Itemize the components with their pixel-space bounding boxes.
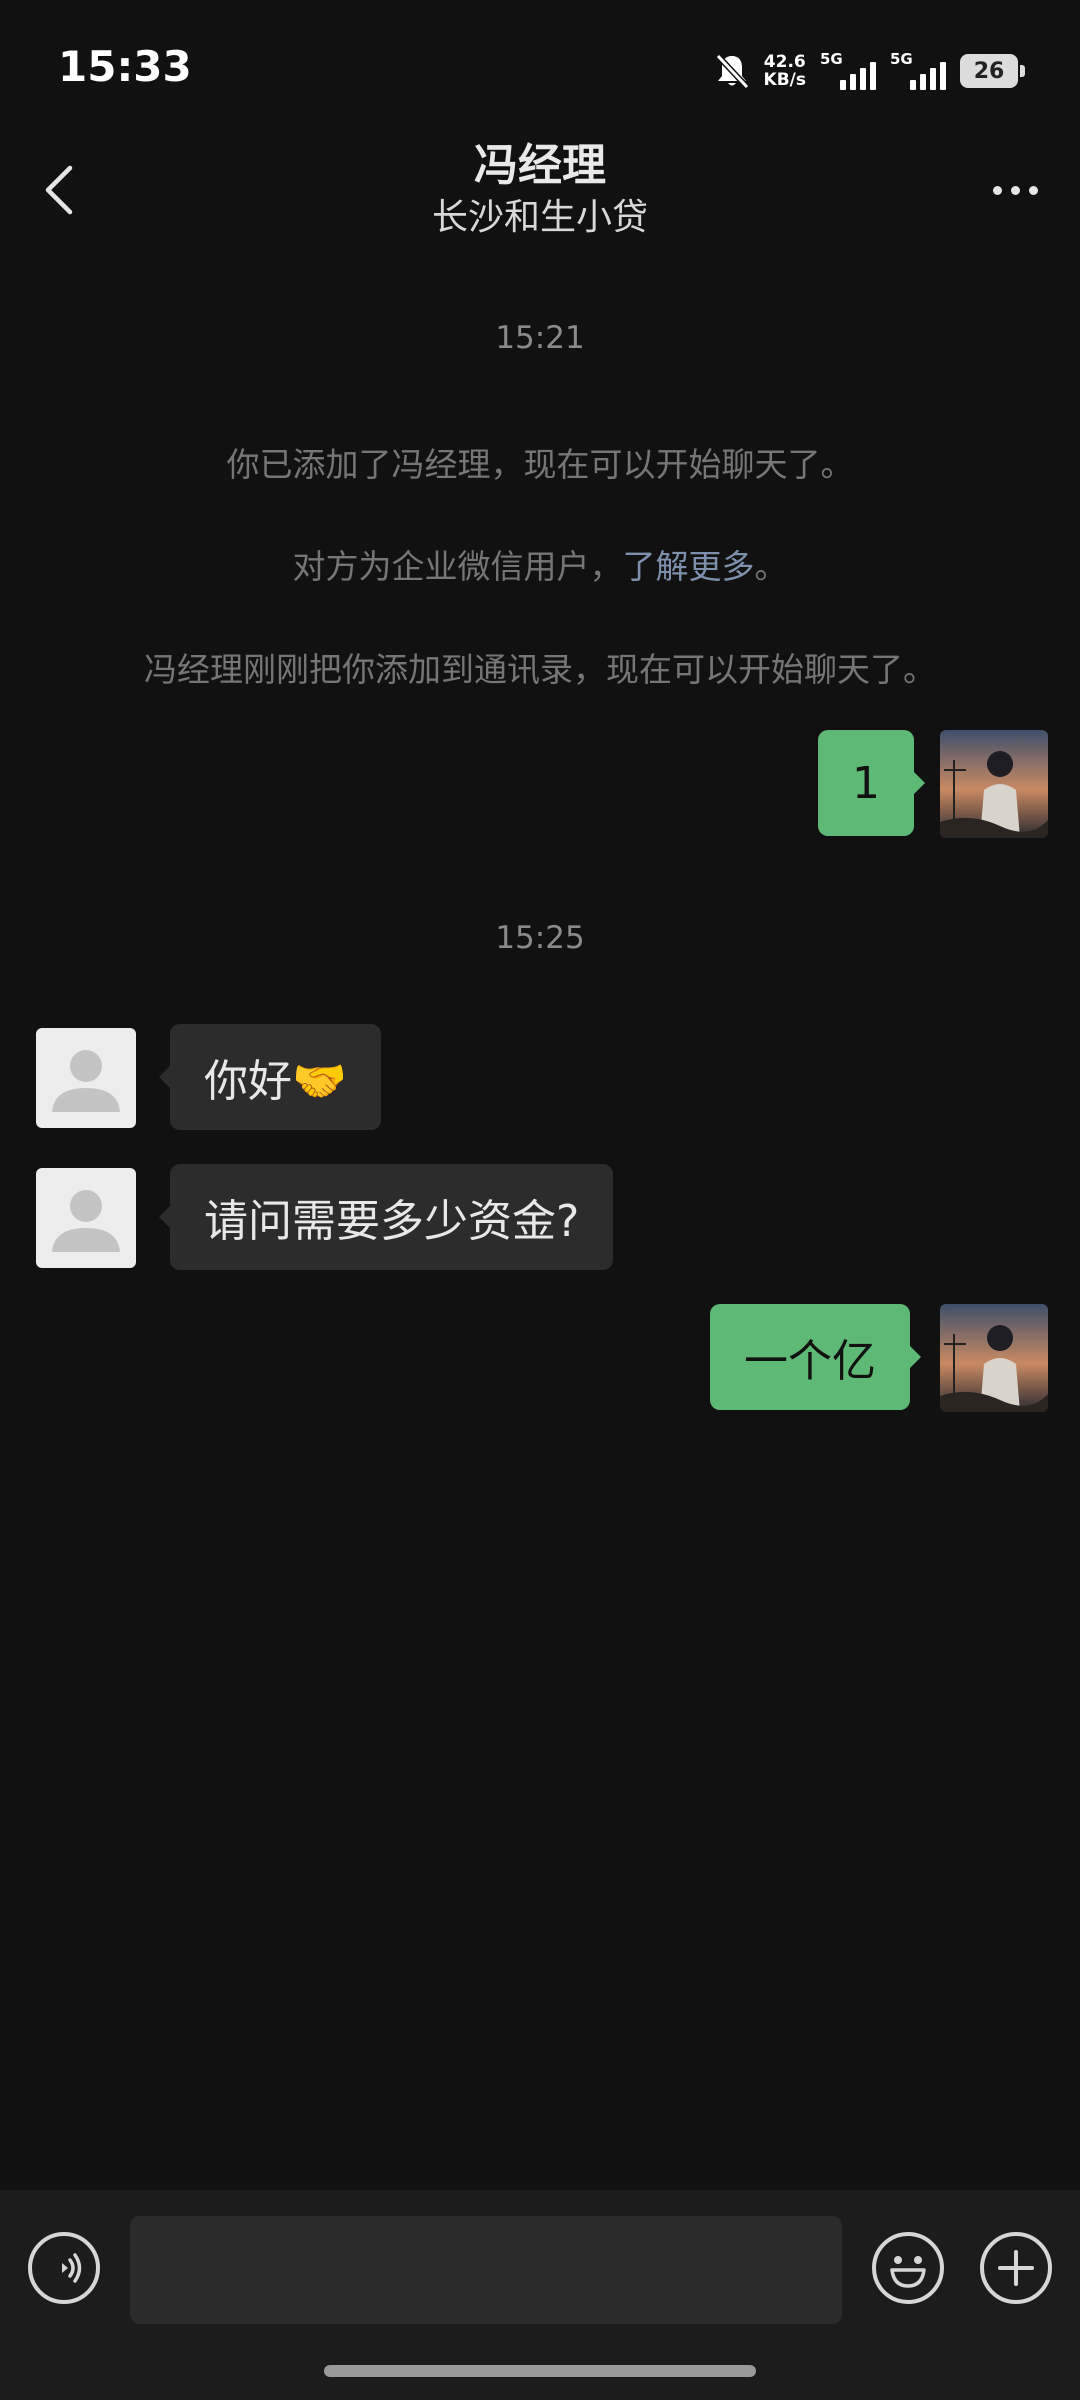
default-avatar-icon: [52, 1190, 120, 1252]
voice-input-button[interactable]: [28, 2232, 100, 2304]
more-dot-icon: [992, 185, 1002, 195]
home-indicator[interactable]: [324, 2365, 756, 2377]
net-speed-value: 42.6: [763, 52, 806, 72]
voice-icon: [62, 2253, 82, 2283]
chat-screen: 15:33 42.6 KB/s 5G 5G 26 冯经理 长沙和生小贷 15:2…: [0, 0, 1080, 2400]
title-block: 冯经理 长沙和生小贷: [0, 138, 1080, 242]
outgoing-message-bubble[interactable]: 一个亿: [710, 1304, 921, 1410]
timestamp: 15:21: [495, 320, 585, 356]
sim2-network-type: 5G: [890, 50, 913, 68]
message-input[interactable]: [130, 2216, 842, 2324]
net-speed: 42.6 KB/s: [764, 53, 806, 89]
default-avatar-icon: [52, 1050, 120, 1112]
outgoing-message-bubble[interactable]: 1: [818, 730, 925, 836]
signal-icon-sim1: 5G: [820, 50, 876, 90]
system-message: 对方为企业微信用户，了解更多。: [0, 540, 1080, 588]
signal-icon-sim2: 5G: [890, 50, 946, 90]
avatar-photo-image: [940, 1304, 1048, 1412]
my-avatar[interactable]: [940, 1304, 1048, 1412]
learn-more-link[interactable]: 了解更多: [623, 547, 755, 586]
my-avatar[interactable]: [940, 730, 1048, 838]
system-message: 冯经理刚刚把你添加到通讯录，现在可以开始聊天了。: [144, 650, 936, 689]
net-speed-unit: KB/s: [763, 70, 806, 90]
avatar-photo-image: [940, 730, 1048, 838]
chat-subtitle: 长沙和生小贷: [431, 197, 648, 238]
status-icons: 42.6 KB/s 5G 5G 26: [714, 48, 1025, 94]
emoji-button[interactable]: [872, 2232, 944, 2304]
battery-icon: 26: [960, 54, 1025, 88]
chat-title: 冯经理: [474, 140, 606, 191]
system-message: 你已添加了冯经理，现在可以开始聊天了。: [226, 445, 854, 484]
contact-avatar[interactable]: [36, 1028, 136, 1128]
system-message-text: 。: [754, 547, 788, 586]
status-bar: 15:33 42.6 KB/s 5G 5G 26: [0, 0, 1080, 140]
contact-avatar[interactable]: [36, 1168, 136, 1268]
chat-header: 冯经理 长沙和生小贷: [0, 130, 1080, 250]
smiley-icon: [890, 2256, 926, 2288]
more-dot-icon: [1010, 185, 1020, 195]
incoming-message-bubble[interactable]: 你好🤝: [159, 1024, 381, 1130]
more-functions-button[interactable]: [980, 2232, 1052, 2304]
incoming-message-bubble[interactable]: 请问需要多少资金?: [158, 1164, 614, 1270]
sim1-network-type: 5G: [820, 50, 843, 68]
more-options-button[interactable]: [980, 158, 1050, 222]
status-time: 15:33: [58, 42, 192, 91]
message-list[interactable]: 15:21 你已添加了冯经理，现在可以开始聊天了。 对方为企业微信用户，了解更多…: [0, 250, 1080, 2190]
plus-icon: [998, 2250, 1034, 2286]
timestamp: 15:25: [495, 920, 585, 956]
bell-muted-icon: [715, 53, 749, 90]
system-message-text: 对方为企业微信用户，: [292, 547, 623, 586]
more-dot-icon: [1028, 185, 1038, 195]
battery-level: 26: [973, 58, 1005, 84]
